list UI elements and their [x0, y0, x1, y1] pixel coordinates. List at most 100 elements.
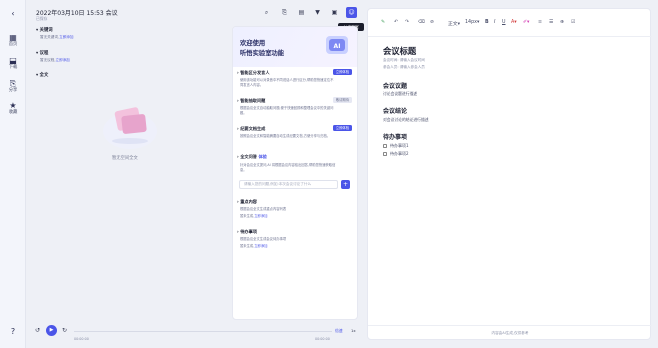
try-minutes-button[interactable]: 立即体验 — [332, 125, 352, 131]
forward-icon: ↻ — [62, 327, 68, 334]
back-button[interactable]: ‹ — [3, 9, 23, 18]
submit-question-button[interactable]: + — [341, 180, 350, 189]
empty-hint: 暂未生成, — [240, 214, 255, 218]
chevron-right-icon: › — [237, 199, 239, 204]
format-paint-icon[interactable]: ✎ — [381, 20, 385, 25]
font-size-select[interactable]: 14px▾ — [465, 20, 479, 25]
section-keywords[interactable]: ▾ 关键词 — [36, 27, 53, 33]
card-tasks-empty: 暂未生成,立即添加 — [240, 244, 336, 249]
card-highlights-desc: 根据会议全文生成重点内容列表 — [240, 207, 287, 211]
card-question-title: › 智能抽取问题 — [237, 98, 265, 104]
rail-item-label: 下载 — [8, 65, 18, 70]
ai-lab-button[interactable]: ☺ — [346, 7, 357, 18]
save-status: 已保存 — [36, 16, 48, 21]
rewind-button[interactable]: ↺ — [35, 327, 40, 334]
rate-button[interactable]: 1x — [351, 328, 356, 333]
clear-format-icon[interactable]: ⌫ — [418, 20, 425, 25]
qa-tag: 体验 — [258, 154, 267, 159]
conclusion-text[interactable]: 对会议讨论的结论进行描述 — [383, 117, 429, 123]
add-agenda-link[interactable]: 立即添加 — [56, 58, 70, 62]
empty-illustration — [100, 101, 160, 153]
try-speaker-button[interactable]: 立即体验 — [332, 69, 352, 75]
doc-title[interactable]: 会议标题 — [383, 45, 416, 57]
chevron-right-icon: › — [237, 70, 239, 75]
card-tasks-desc: 根据会议全文生成会议待办事项 — [240, 237, 287, 241]
conclusion-heading[interactable]: 会议结论 — [383, 106, 407, 115]
current-time: 00:00:00 — [74, 337, 89, 341]
undo-icon[interactable]: ↶ — [394, 20, 398, 25]
section-agenda-desc: 暂无议程,立即添加 — [40, 58, 70, 63]
bullet-list-icon[interactable]: ☰ — [549, 20, 553, 25]
audio-player: ↺ ▶ ↻ 00:00:00 00:00:00 倍速 1x — [30, 322, 364, 344]
plus-icon: + — [342, 181, 349, 188]
help-button[interactable]: ? — [3, 327, 23, 336]
progress-track[interactable] — [74, 331, 332, 332]
attendees-field[interactable]: 参会人员: 请输入参会人员 — [383, 65, 425, 70]
checkbox[interactable] — [383, 144, 387, 148]
page-title: 2022年03月10日 15:53 会议 — [36, 10, 118, 17]
card-highlights-title: › 重点内容 — [237, 199, 257, 205]
play-button[interactable]: ▶ — [46, 325, 57, 336]
translate-button[interactable]: ⎘ — [279, 7, 290, 18]
play-icon: ▶ — [49, 327, 54, 333]
export-button[interactable]: ▤ — [296, 7, 307, 18]
ordered-list-icon[interactable]: ≡ — [538, 20, 542, 25]
add-keywords-link[interactable]: 立即添加 — [59, 35, 73, 39]
add-highlights-link[interactable]: 立即添加 — [254, 214, 267, 218]
todo-item[interactable]: 待办事项1 — [383, 143, 409, 149]
filter-button[interactable]: ▼ — [312, 7, 323, 18]
chevron-right-icon: › — [237, 154, 239, 159]
question-input[interactable]: 请输入您的问题,例如:本次会议讨论了什么 — [239, 180, 338, 189]
forward-button[interactable]: ↻ — [62, 327, 67, 334]
notes-button[interactable]: ▣ — [329, 7, 340, 18]
card-title: 全文问答 — [240, 154, 257, 159]
add-tasks-link[interactable]: 立即添加 — [254, 244, 267, 248]
section-agenda[interactable]: ▾ 议程 — [36, 50, 48, 56]
brush-icon[interactable]: ⊘ — [430, 20, 434, 25]
checklist-icon[interactable]: ☑ — [571, 20, 575, 25]
agenda-text[interactable]: 讨论会议题进行描述 — [383, 91, 417, 97]
search-button[interactable]: ⌕ — [261, 7, 272, 18]
ai-lab-panel: 欢迎使用 听悟实验室功能 AI › 智能区分发言人 立即体验 使用该功能可以对录… — [232, 26, 358, 320]
share-icon: ⎘ — [9, 79, 17, 88]
meeting-time-field[interactable]: 会议时间: 请输入会议时间 — [383, 58, 425, 63]
chevron-right-icon: › — [237, 229, 239, 234]
checkbox[interactable] — [383, 152, 387, 156]
section-fulltext[interactable]: ▾ 全文 — [36, 72, 48, 78]
rail-item-download[interactable]: ⬓ 下载 — [3, 56, 23, 71]
section-title: 议程 — [39, 51, 49, 56]
redo-icon[interactable]: ↷ — [405, 20, 409, 25]
heading-value: 正文 — [448, 22, 458, 27]
font-color-icon[interactable]: A▾ — [511, 20, 517, 25]
svg-text:AI: AI — [334, 43, 341, 50]
card-minutes-desc: 按照会议全文和智能摘要自动生成纪要文档,方便分享与归档。 — [240, 134, 331, 138]
card-minutes-title: › 纪要文档生成 — [237, 126, 265, 132]
underline-icon[interactable]: U — [502, 20, 506, 25]
rail-item-favorite[interactable]: ★ 收藏 — [3, 101, 23, 116]
todo-item[interactable]: 待办事项2 — [383, 151, 409, 157]
rail-item-share[interactable]: ⎘ 分享 — [3, 79, 23, 94]
empty-hint: 暂无议程, — [40, 58, 56, 62]
italic-icon[interactable]: I — [494, 20, 495, 25]
section-keywords-desc: 暂无关键词,立即添加 — [40, 35, 74, 40]
heading-select[interactable]: 正文▾ — [448, 20, 460, 27]
bold-icon[interactable]: B — [485, 20, 489, 25]
todo-heading[interactable]: 待办事项 — [383, 132, 407, 141]
card-title: 智能抽取问题 — [240, 98, 266, 103]
add-block-icon[interactable]: ⊕ — [560, 20, 564, 25]
card-title: 智能区分发言人 — [240, 70, 270, 75]
left-rail: ‹ ▦ 首页 ⬓ 下载 ⎘ 分享 ★ 收藏 ? — [0, 0, 26, 348]
rail-item-label: 收藏 — [8, 110, 18, 115]
download-icon: ⬓ — [9, 56, 17, 65]
empty-hint: 暂无关键词, — [40, 35, 60, 39]
editor-footer: 内容由AI生成,仅供参考 — [368, 325, 652, 341]
card-question-desc: 根据会议全文自动抽取问题,便于快速回顾和整理会议中的关键问题。 — [240, 106, 334, 115]
rail-item-label: 首页 — [8, 42, 18, 47]
rail-item-home[interactable]: ▦ 首页 — [3, 33, 23, 48]
agenda-heading[interactable]: 会议议题 — [383, 81, 407, 90]
speed-button[interactable]: 倍速 — [335, 328, 343, 334]
chevron-right-icon: › — [237, 126, 239, 131]
document-icon: ▤ — [298, 9, 305, 16]
highlight-icon[interactable]: ✐▾ — [523, 20, 529, 25]
star-icon: ★ — [9, 101, 17, 110]
